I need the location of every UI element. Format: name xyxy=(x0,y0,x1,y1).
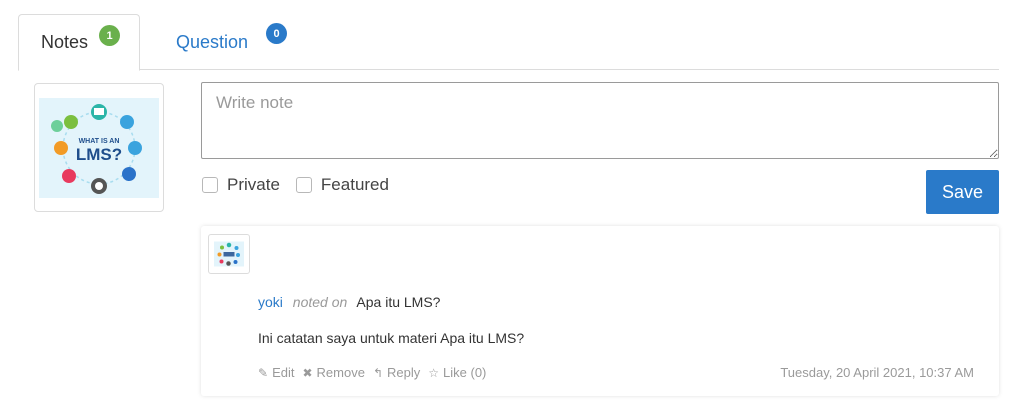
featured-label: Featured xyxy=(320,175,389,194)
lesson-thumbnail: WHAT IS AN LMS? xyxy=(34,83,164,212)
reply-label: Reply xyxy=(387,365,421,380)
thumbnail-caption-large: LMS? xyxy=(76,145,122,164)
edit-button[interactable]: ✎ Edit xyxy=(258,365,294,380)
avatar xyxy=(208,234,250,274)
note-item: yoki noted on Apa itu LMS? Ini catatan s… xyxy=(201,226,999,396)
like-label: Like (0) xyxy=(443,365,487,380)
write-note-input[interactable] xyxy=(201,82,999,159)
remove-label: Remove xyxy=(316,365,365,380)
lms-avatar-icon xyxy=(214,241,244,267)
remove-button[interactable]: ✖ Remove xyxy=(302,365,364,380)
note-actions: ✎ Edit ✖ Remove ↰ Reply ☆ Like (0) xyxy=(258,365,494,380)
note-subject: Apa itu LMS? xyxy=(356,294,441,310)
tab-question[interactable]: Question 0 xyxy=(158,14,318,71)
tab-notes-label: Notes xyxy=(41,32,89,52)
note-author-link[interactable]: yoki xyxy=(258,294,283,310)
private-checkbox[interactable] xyxy=(202,177,218,193)
tab-question-label: Question xyxy=(176,32,249,52)
pencil-icon: ✎ xyxy=(258,365,269,380)
note-body: Ini catatan saya untuk materi Apa itu LM… xyxy=(258,330,525,346)
tab-notes[interactable]: Notes 1 xyxy=(18,14,140,71)
private-option[interactable]: Private xyxy=(202,175,280,195)
like-button[interactable]: ☆ Like (0) xyxy=(428,365,486,380)
save-button[interactable]: Save xyxy=(926,170,999,214)
thumbnail-caption-small: WHAT IS AN xyxy=(79,138,120,145)
reply-icon: ↰ xyxy=(372,365,384,380)
reply-button[interactable]: ↰ Reply xyxy=(373,365,420,380)
private-label: Private xyxy=(227,175,280,194)
question-count-badge: 0 xyxy=(266,23,287,44)
lms-illustration-icon: WHAT IS AN LMS? xyxy=(39,97,159,198)
note-header: yoki noted on Apa itu LMS? xyxy=(258,294,440,310)
note-verb: noted on xyxy=(292,294,348,310)
close-icon: ✖ xyxy=(302,365,313,380)
featured-option[interactable]: Featured xyxy=(295,175,389,195)
edit-label: Edit xyxy=(272,365,295,380)
note-options: Private Featured xyxy=(202,175,405,195)
star-icon: ☆ xyxy=(428,365,440,380)
featured-checkbox[interactable] xyxy=(295,177,312,193)
note-timestamp: Tuesday, 20 April 2021, 10:37 AM xyxy=(780,365,974,380)
tab-bar: Notes 1 Question 0 xyxy=(18,14,999,71)
notes-count-badge: 1 xyxy=(99,25,120,46)
